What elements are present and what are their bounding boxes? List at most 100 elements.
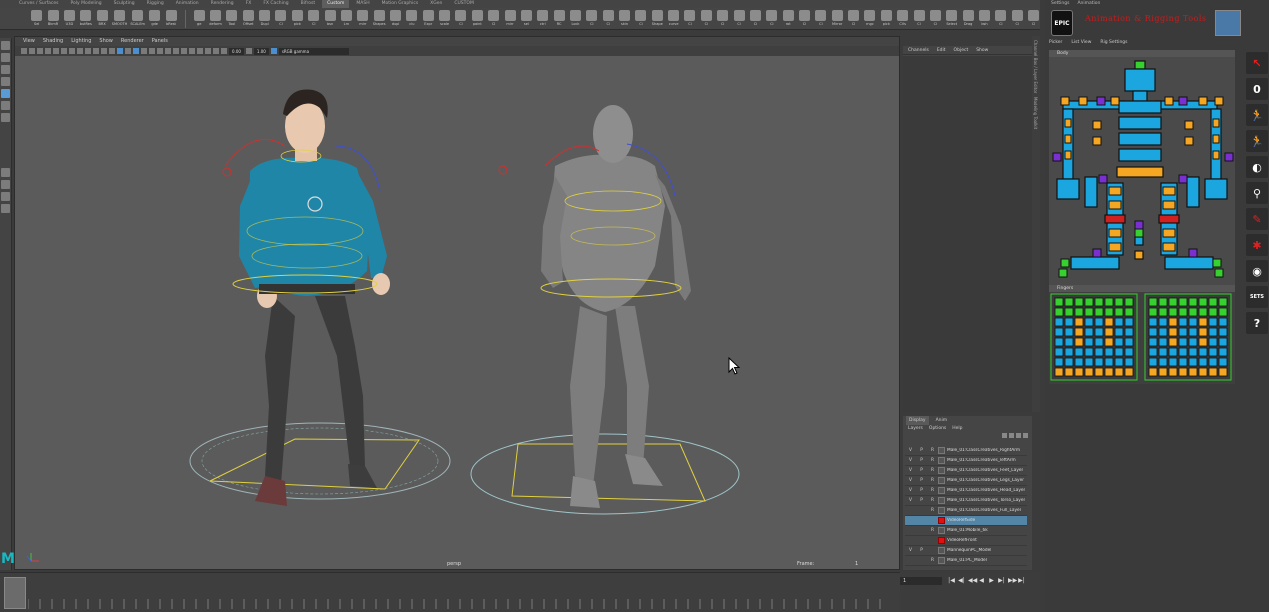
layer-flag-p[interactable]: P	[916, 498, 927, 503]
finger-control[interactable]	[1178, 367, 1188, 377]
playback-button-6[interactable]: ▶▶	[1008, 577, 1017, 585]
finger-control[interactable]	[1168, 357, 1178, 367]
layer-flag-p[interactable]: P	[916, 488, 927, 493]
shelf-button-shelf_group2-6[interactable]: pick	[291, 9, 304, 29]
finger-control[interactable]	[1104, 347, 1114, 357]
shelf-button-shelf_group2-48[interactable]: bsh	[978, 9, 991, 29]
finger-control[interactable]	[1074, 327, 1084, 337]
picker-forearm-right-control[interactable]	[1186, 176, 1200, 208]
finger-control[interactable]	[1218, 317, 1228, 327]
shelf-button-shelf_group2-28[interactable]: Shape	[651, 9, 664, 29]
finger-control[interactable]	[1064, 367, 1074, 377]
lasso-tool-icon[interactable]	[1, 53, 10, 62]
picker-ik-control[interactable]	[1092, 248, 1102, 258]
character-left-root-control[interactable]	[189, 422, 451, 500]
pose-copy-icon[interactable]: 🏃	[1246, 130, 1268, 152]
shelf-button-shelf_group1-8[interactable]: bRest	[164, 9, 177, 29]
picker-arm-twist-control[interactable]	[1212, 150, 1220, 160]
finger-control[interactable]	[1084, 297, 1094, 307]
layer-row[interactable]: V P R Male_01:ClassCreatives_Head_Layer	[905, 486, 1027, 496]
finger-control[interactable]	[1168, 347, 1178, 357]
layer-flag-r[interactable]: R	[927, 448, 938, 453]
shelf-button-shelf_group2-25[interactable]: Cl	[602, 9, 615, 29]
finger-control[interactable]	[1168, 327, 1178, 337]
viewport[interactable]: View Shading Lighting Show Renderer Panels 0.…	[14, 36, 900, 570]
layer-flag-r[interactable]: R	[927, 468, 938, 473]
shelf-button-shelf_group2-39[interactable]: Mirror	[831, 9, 844, 29]
layer-flag-r[interactable]: R	[927, 488, 938, 493]
finger-control[interactable]	[1054, 337, 1064, 347]
finger-control[interactable]	[1168, 297, 1178, 307]
finger-control[interactable]	[1208, 367, 1218, 377]
finger-control[interactable]	[1114, 307, 1124, 317]
picker-ik-control[interactable]	[1092, 120, 1102, 130]
playback-button-5[interactable]: ▶|	[998, 577, 1005, 585]
channel-box-menu-show[interactable]: Show	[976, 46, 988, 54]
playback-button-2[interactable]: ◀◀	[968, 577, 977, 585]
four-view-icon[interactable]	[1, 180, 10, 189]
finger-control[interactable]	[1178, 317, 1188, 327]
finger-control[interactable]	[1148, 347, 1158, 357]
bookmark-icon[interactable]	[37, 48, 43, 54]
finger-control[interactable]	[1094, 347, 1104, 357]
film-gate-icon[interactable]	[61, 48, 67, 54]
finger-control[interactable]	[1074, 307, 1084, 317]
picker-ik-control[interactable]	[1096, 96, 1106, 106]
finger-control[interactable]	[1158, 327, 1168, 337]
finger-control[interactable]	[1094, 317, 1104, 327]
shelf-button-shelf_group2-16[interactable]: Cl	[454, 9, 467, 29]
xray-icon[interactable]	[197, 48, 203, 54]
layer-flag-p[interactable]: P	[916, 478, 927, 483]
picker-ik-control[interactable]	[1178, 174, 1188, 184]
shelf-button-shelf_group2-17[interactable]: paint	[471, 9, 484, 29]
finger-control[interactable]	[1084, 357, 1094, 367]
picker-ik-control[interactable]	[1098, 174, 1108, 184]
finger-control[interactable]	[1168, 317, 1178, 327]
outliner-view-icon[interactable]	[1, 192, 10, 201]
shelf-button-shelf_group2-35[interactable]: Cl	[765, 9, 778, 29]
layer-row[interactable]: V P MannequinPC_Model	[905, 546, 1027, 556]
finger-control[interactable]	[1188, 357, 1198, 367]
gate-mask-icon[interactable]	[77, 48, 83, 54]
finger-control[interactable]	[1198, 307, 1208, 317]
shelf-button-shelf_group2-34[interactable]: Cl	[749, 9, 762, 29]
finger-control[interactable]	[1158, 357, 1168, 367]
finger-control[interactable]	[1074, 357, 1084, 367]
new-layer-selected-icon[interactable]	[1023, 433, 1028, 438]
shelf-tab-10[interactable]: MASH	[351, 0, 374, 8]
finger-control[interactable]	[1218, 307, 1228, 317]
finger-control[interactable]	[1094, 327, 1104, 337]
picker-root-control[interactable]	[1134, 236, 1144, 246]
camera-attr-icon[interactable]	[29, 48, 35, 54]
layer-flag-r[interactable]: R	[927, 478, 938, 483]
safe-title-icon[interactable]	[101, 48, 107, 54]
finger-control[interactable]	[1148, 327, 1158, 337]
isolate-select-icon[interactable]	[189, 48, 195, 54]
shelf-button-shelf_group2-24[interactable]: Cl	[585, 9, 598, 29]
view-transform-dropdown[interactable]: sRGB gamma	[278, 47, 349, 55]
help-button[interactable]: ?	[1246, 312, 1268, 334]
finger-control[interactable]	[1148, 307, 1158, 317]
playback-button-4[interactable]: ▶	[988, 577, 995, 585]
layer-flag-p[interactable]: P	[916, 548, 927, 553]
finger-control[interactable]	[1178, 357, 1188, 367]
finger-control[interactable]	[1084, 347, 1094, 357]
shelf-button-shelf_group2-38[interactable]: Cl	[814, 9, 827, 29]
shelf-button-shelf_group1-7[interactable]: gde	[148, 9, 161, 29]
shelf-button-shelf_group2-9[interactable]: Lrn	[340, 9, 353, 29]
finger-control[interactable]	[1104, 337, 1114, 347]
picker-ik-control[interactable]	[1164, 96, 1174, 106]
shelf-button-shelf_group2-12[interactable]: dupl	[389, 9, 402, 29]
picker-ik-control[interactable]	[1214, 96, 1224, 106]
fingers-picker[interactable]	[1049, 292, 1235, 384]
finger-control[interactable]	[1198, 367, 1208, 377]
picker-leg-twist-control[interactable]	[1162, 228, 1176, 238]
finger-control[interactable]	[1104, 317, 1114, 327]
shelf-button-shelf_group2-36[interactable]: rot	[781, 9, 794, 29]
finger-control[interactable]	[1148, 337, 1158, 347]
finger-control[interactable]	[1158, 337, 1168, 347]
playback-button-3[interactable]: ◀	[978, 577, 985, 585]
shelf-button-shelf_group2-27[interactable]: Cl	[634, 9, 647, 29]
eye-icon[interactable]: ◉	[1246, 260, 1268, 282]
picker-pelvis-control[interactable]	[1116, 166, 1164, 178]
